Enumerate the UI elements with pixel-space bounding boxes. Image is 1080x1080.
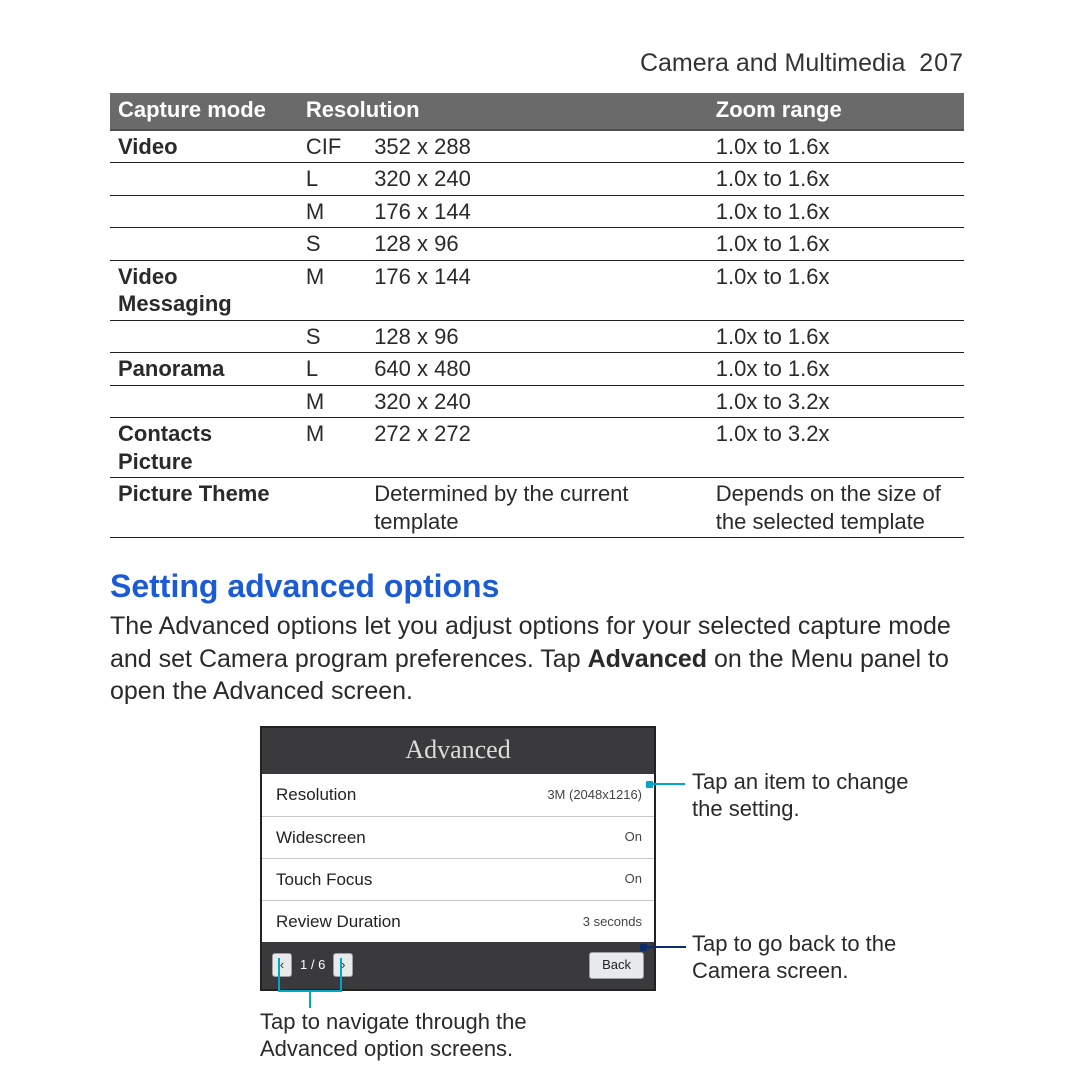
cell-code <box>298 478 366 538</box>
cell-zoom: 1.0x to 1.6x <box>708 260 964 320</box>
pager-prev-button[interactable]: ‹ <box>272 953 292 977</box>
cell-mode <box>110 320 298 353</box>
callout-line-icon <box>309 990 311 1008</box>
cell-res: 320 x 240 <box>366 163 708 196</box>
cell-mode <box>110 195 298 228</box>
col-capture-mode: Capture mode <box>110 93 298 130</box>
body-paragraph: The Advanced options let you adjust opti… <box>110 610 964 708</box>
callout-line-icon <box>278 958 280 990</box>
callout-back-text: Tap to go back to the Camera screen. <box>692 930 922 985</box>
cell-code: M <box>298 418 366 478</box>
cell-res: 176 x 144 <box>366 195 708 228</box>
col-zoom-range: Zoom range <box>708 93 964 130</box>
cell-res: 128 x 96 <box>366 320 708 353</box>
callout-line-icon <box>644 946 686 948</box>
cell-mode <box>110 228 298 261</box>
table-header-row: Capture mode Resolution Zoom range <box>110 93 964 130</box>
advanced-row-resolution[interactable]: Resolution 3M (2048x1216) <box>262 774 654 816</box>
advanced-row-touchfocus[interactable]: Touch Focus On <box>262 859 654 901</box>
table-row: Contacts Picture M 272 x 272 1.0x to 3.2… <box>110 418 964 478</box>
cell-res: 272 x 272 <box>366 418 708 478</box>
cell-zoom: 1.0x to 1.6x <box>708 353 964 386</box>
cell-zoom: 1.0x to 1.6x <box>708 320 964 353</box>
page-number: 207 <box>919 49 964 77</box>
section-heading: Setting advanced options <box>110 566 964 606</box>
advanced-row-label: Resolution <box>276 784 356 805</box>
callout-line-icon <box>650 783 685 785</box>
cell-mode: Video Messaging <box>110 260 298 320</box>
advanced-row-value: 3M (2048x1216) <box>547 787 642 803</box>
running-header: Camera and Multimedia 207 <box>110 48 964 79</box>
advanced-row-value: 3 seconds <box>583 914 642 930</box>
cell-zoom: 1.0x to 3.2x <box>708 385 964 418</box>
advanced-row-label: Review Duration <box>276 911 401 932</box>
cell-zoom: 1.0x to 1.6x <box>708 228 964 261</box>
cell-mode <box>110 385 298 418</box>
section-name: Camera and Multimedia <box>640 49 905 77</box>
col-resolution: Resolution <box>298 93 708 130</box>
table-row: S 128 x 96 1.0x to 1.6x <box>110 320 964 353</box>
cell-mode: Video <box>110 130 298 163</box>
cell-zoom: 1.0x to 1.6x <box>708 163 964 196</box>
advanced-row-label: Widescreen <box>276 827 366 848</box>
callout-line-icon <box>340 958 342 990</box>
cell-res: 176 x 144 <box>366 260 708 320</box>
table-row: Video CIF 352 x 288 1.0x to 1.6x <box>110 130 964 163</box>
cell-res: 640 x 480 <box>366 353 708 386</box>
cell-code: L <box>298 163 366 196</box>
manual-page: Camera and Multimedia 207 Capture mode R… <box>0 0 1080 1080</box>
advanced-panel: Advanced Resolution 3M (2048x1216) Wides… <box>260 726 656 991</box>
cell-code: M <box>298 195 366 228</box>
table-row: Panorama L 640 x 480 1.0x to 1.6x <box>110 353 964 386</box>
callout-item-text: Tap an item to change the setting. <box>692 768 922 823</box>
advanced-title: Advanced <box>262 728 654 775</box>
table-row: Video Messaging M 176 x 144 1.0x to 1.6x <box>110 260 964 320</box>
cell-mode: Picture Theme <box>110 478 298 538</box>
table-row: L 320 x 240 1.0x to 1.6x <box>110 163 964 196</box>
cell-code: L <box>298 353 366 386</box>
cell-mode: Contacts Picture <box>110 418 298 478</box>
table-row: S 128 x 96 1.0x to 1.6x <box>110 228 964 261</box>
cell-code: M <box>298 385 366 418</box>
cell-code: S <box>298 228 366 261</box>
capture-mode-table: Capture mode Resolution Zoom range Video… <box>110 93 964 538</box>
advanced-footer: ‹ 1 / 6 › Back <box>262 942 654 988</box>
cell-res: 128 x 96 <box>366 228 708 261</box>
back-button[interactable]: Back <box>589 952 644 978</box>
cell-zoom: Depends on the size of the selected temp… <box>708 478 964 538</box>
callout-pager-text: Tap to navigate through the Advanced opt… <box>260 1008 590 1063</box>
body-bold: Advanced <box>588 645 707 673</box>
table-row: M 176 x 144 1.0x to 1.6x <box>110 195 964 228</box>
cell-res: 320 x 240 <box>366 385 708 418</box>
cell-code: S <box>298 320 366 353</box>
advanced-row-reviewduration[interactable]: Review Duration 3 seconds <box>262 901 654 942</box>
advanced-row-value: On <box>625 829 642 845</box>
cell-res: Determined by the current template <box>366 478 708 538</box>
cell-res: 352 x 288 <box>366 130 708 163</box>
pager-count: 1 / 6 <box>292 957 333 973</box>
cell-zoom: 1.0x to 1.6x <box>708 195 964 228</box>
table-row: M 320 x 240 1.0x to 3.2x <box>110 385 964 418</box>
pager-next-button[interactable]: › <box>333 953 353 977</box>
cell-zoom: 1.0x to 1.6x <box>708 130 964 163</box>
advanced-panel-figure: Advanced Resolution 3M (2048x1216) Wides… <box>260 726 960 1046</box>
cell-code: CIF <box>298 130 366 163</box>
advanced-row-value: On <box>625 871 642 887</box>
cell-code: M <box>298 260 366 320</box>
table-row: Picture Theme Determined by the current … <box>110 478 964 538</box>
cell-mode <box>110 163 298 196</box>
cell-mode: Panorama <box>110 353 298 386</box>
cell-zoom: 1.0x to 3.2x <box>708 418 964 478</box>
advanced-row-widescreen[interactable]: Widescreen On <box>262 817 654 859</box>
advanced-row-label: Touch Focus <box>276 869 372 890</box>
